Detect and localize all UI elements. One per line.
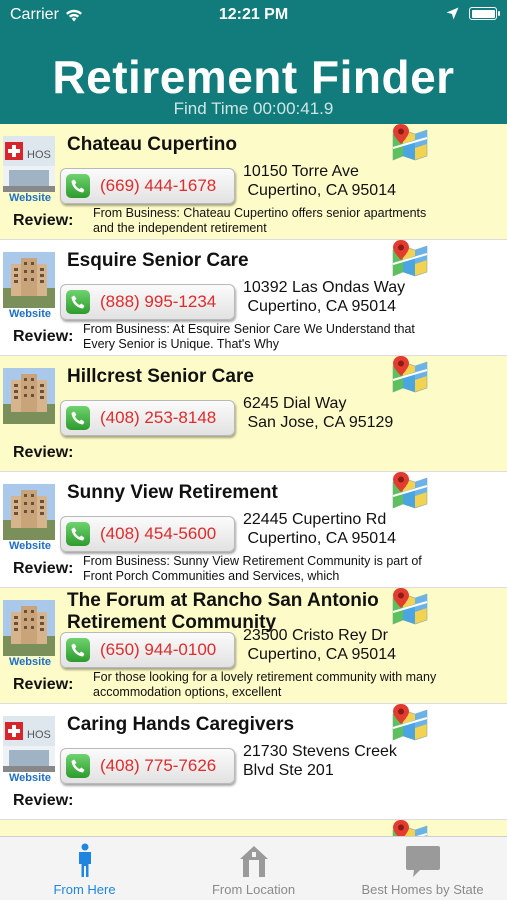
phone-number: (650) 944-0100 xyxy=(100,640,217,659)
address-line-2: Cupertino, CA 95014 xyxy=(243,182,396,199)
address-line-1: 10150 Torre Ave xyxy=(243,163,359,180)
phone-icon xyxy=(66,406,90,430)
app-title: Retirement Finder xyxy=(52,51,455,103)
call-button[interactable]: (408) 775-7626 xyxy=(60,748,235,784)
hospital-photo[interactable] xyxy=(3,136,55,192)
address-line-1: 10392 Las Ondas Way xyxy=(243,279,406,296)
phone-number: (408) 253-8148 xyxy=(100,408,217,427)
map-icon[interactable] xyxy=(391,356,429,394)
listing-name: Caring Hands Caregivers xyxy=(67,714,295,735)
building-photo[interactable] xyxy=(3,368,55,424)
call-button[interactable]: (669) 444-1678 xyxy=(60,168,235,204)
website-link[interactable]: Website xyxy=(3,540,57,552)
phone-icon xyxy=(66,522,90,546)
tab-bar: From Here From Location Best Homes by St… xyxy=(0,836,507,900)
listings-list[interactable]: Website Chateau Cupertino (669) 444-1678… xyxy=(0,124,507,836)
status-bar: Carrier 12:21 PM xyxy=(0,0,507,34)
listing-row[interactable]: Website The Forum at Rancho San Antonio … xyxy=(0,588,507,704)
phone-icon xyxy=(66,638,90,662)
tab-best-homes-by-state[interactable]: Best Homes by State xyxy=(338,837,507,900)
map-icon[interactable] xyxy=(391,704,429,742)
address-line-2: Cupertino, CA 95014 xyxy=(243,530,396,547)
listing-row[interactable]: Website Chateau Cupertino (669) 444-1678… xyxy=(0,124,507,240)
review-text: For those looking for a lovely retiremen… xyxy=(93,670,437,699)
call-button[interactable]: (650) 944-0100 xyxy=(60,632,235,668)
phone-icon xyxy=(66,754,90,778)
listing-row[interactable]: Website Sunny View Retirement (408) 454-… xyxy=(0,472,507,588)
review-text: From Business: Chateau Cupertino offers … xyxy=(93,206,427,235)
phone-number: (408) 775-7626 xyxy=(100,756,217,775)
phone-number: (408) 454-5600 xyxy=(100,524,217,543)
phone-number: (888) 995-1234 xyxy=(100,292,217,311)
tab-label: From Here xyxy=(53,882,116,897)
listing-row[interactable]: Website Esquire Senior Care (888) 995-12… xyxy=(0,240,507,356)
website-link[interactable]: Website xyxy=(3,308,57,320)
phone-icon xyxy=(66,290,90,314)
phone-number: (669) 444-1678 xyxy=(100,176,217,195)
review-label: Review: xyxy=(13,676,74,693)
address-line-2: Cupertino, CA 95014 xyxy=(243,298,396,315)
location-arrow-icon xyxy=(446,7,459,20)
battery-icon xyxy=(469,7,500,20)
address: 10392 Las Ondas Way Cupertino, CA 95014 xyxy=(243,278,405,316)
review-text: From Business: Sunny View Retirement Com… xyxy=(83,554,422,583)
map-icon[interactable] xyxy=(391,124,429,162)
review-label: Review: xyxy=(13,444,74,461)
website-link[interactable]: Website xyxy=(3,772,57,784)
hospital-photo[interactable] xyxy=(3,716,55,772)
tab-from-here[interactable]: From Here xyxy=(0,837,169,900)
phone-icon xyxy=(66,174,90,198)
tab-label: From Location xyxy=(211,882,296,897)
building-photo[interactable] xyxy=(3,252,55,308)
call-button[interactable]: (888) 995-1234 xyxy=(60,284,235,320)
address-line-2: Blvd Ste 201 xyxy=(243,762,334,779)
address: 21730 Stevens Creek Blvd Ste 201 xyxy=(243,742,397,780)
listing-name: Sunny View Retirement xyxy=(67,482,278,503)
call-button[interactable]: (408) 253-8148 xyxy=(60,400,235,436)
building-photo[interactable] xyxy=(3,600,55,656)
address-line-2: San Jose, CA 95129 xyxy=(243,414,394,431)
address-line-2: Cupertino, CA 95014 xyxy=(243,646,396,663)
address: 23500 Cristo Rey Dr Cupertino, CA 95014 xyxy=(243,626,396,664)
review-label: Review: xyxy=(13,212,74,229)
address-line-1: 6245 Dial Way xyxy=(243,395,347,412)
review-label: Review: xyxy=(13,792,74,809)
map-icon[interactable] xyxy=(391,472,429,510)
speech-bubble-icon xyxy=(405,846,440,877)
listing-name: Chateau Cupertino xyxy=(67,134,237,155)
app-header: Retirement Finder Find Time 00:00:41.9 xyxy=(0,34,507,124)
review-text: From Business: At Esquire Senior Care We… xyxy=(83,322,415,351)
address: 10150 Torre Ave Cupertino, CA 95014 xyxy=(243,162,396,200)
listing-name: Esquire Senior Care xyxy=(67,250,249,271)
address: 6245 Dial Way San Jose, CA 95129 xyxy=(243,394,393,432)
call-button[interactable]: (408) 454-5600 xyxy=(60,516,235,552)
listing-name: Hillcrest Senior Care xyxy=(67,366,254,387)
address-line-1: 21730 Stevens Creek xyxy=(243,743,397,760)
building-photo[interactable] xyxy=(3,484,55,540)
tab-from-location[interactable]: From Location xyxy=(169,837,338,900)
listing-row[interactable] xyxy=(0,820,507,836)
listing-row[interactable]: Website Caring Hands Caregivers (408) 77… xyxy=(0,704,507,820)
person-icon xyxy=(78,843,91,877)
website-link[interactable]: Website xyxy=(3,656,57,668)
review-label: Review: xyxy=(13,328,74,345)
map-icon[interactable] xyxy=(391,820,429,836)
tab-label: Best Homes by State xyxy=(361,882,484,897)
review-label: Review: xyxy=(13,560,74,577)
address-line-1: 22445 Cupertino Rd xyxy=(243,511,387,528)
address: 22445 Cupertino Rd Cupertino, CA 95014 xyxy=(243,510,396,548)
map-icon[interactable] xyxy=(391,240,429,278)
status-time: 12:21 PM xyxy=(218,6,289,23)
website-link[interactable]: Website xyxy=(3,192,57,204)
address-line-1: 23500 Cristo Rey Dr xyxy=(243,627,388,644)
listing-row[interactable]: Hillcrest Senior Care (408) 253-8148 624… xyxy=(0,356,507,472)
map-icon[interactable] xyxy=(391,588,429,626)
house-icon xyxy=(239,846,268,877)
